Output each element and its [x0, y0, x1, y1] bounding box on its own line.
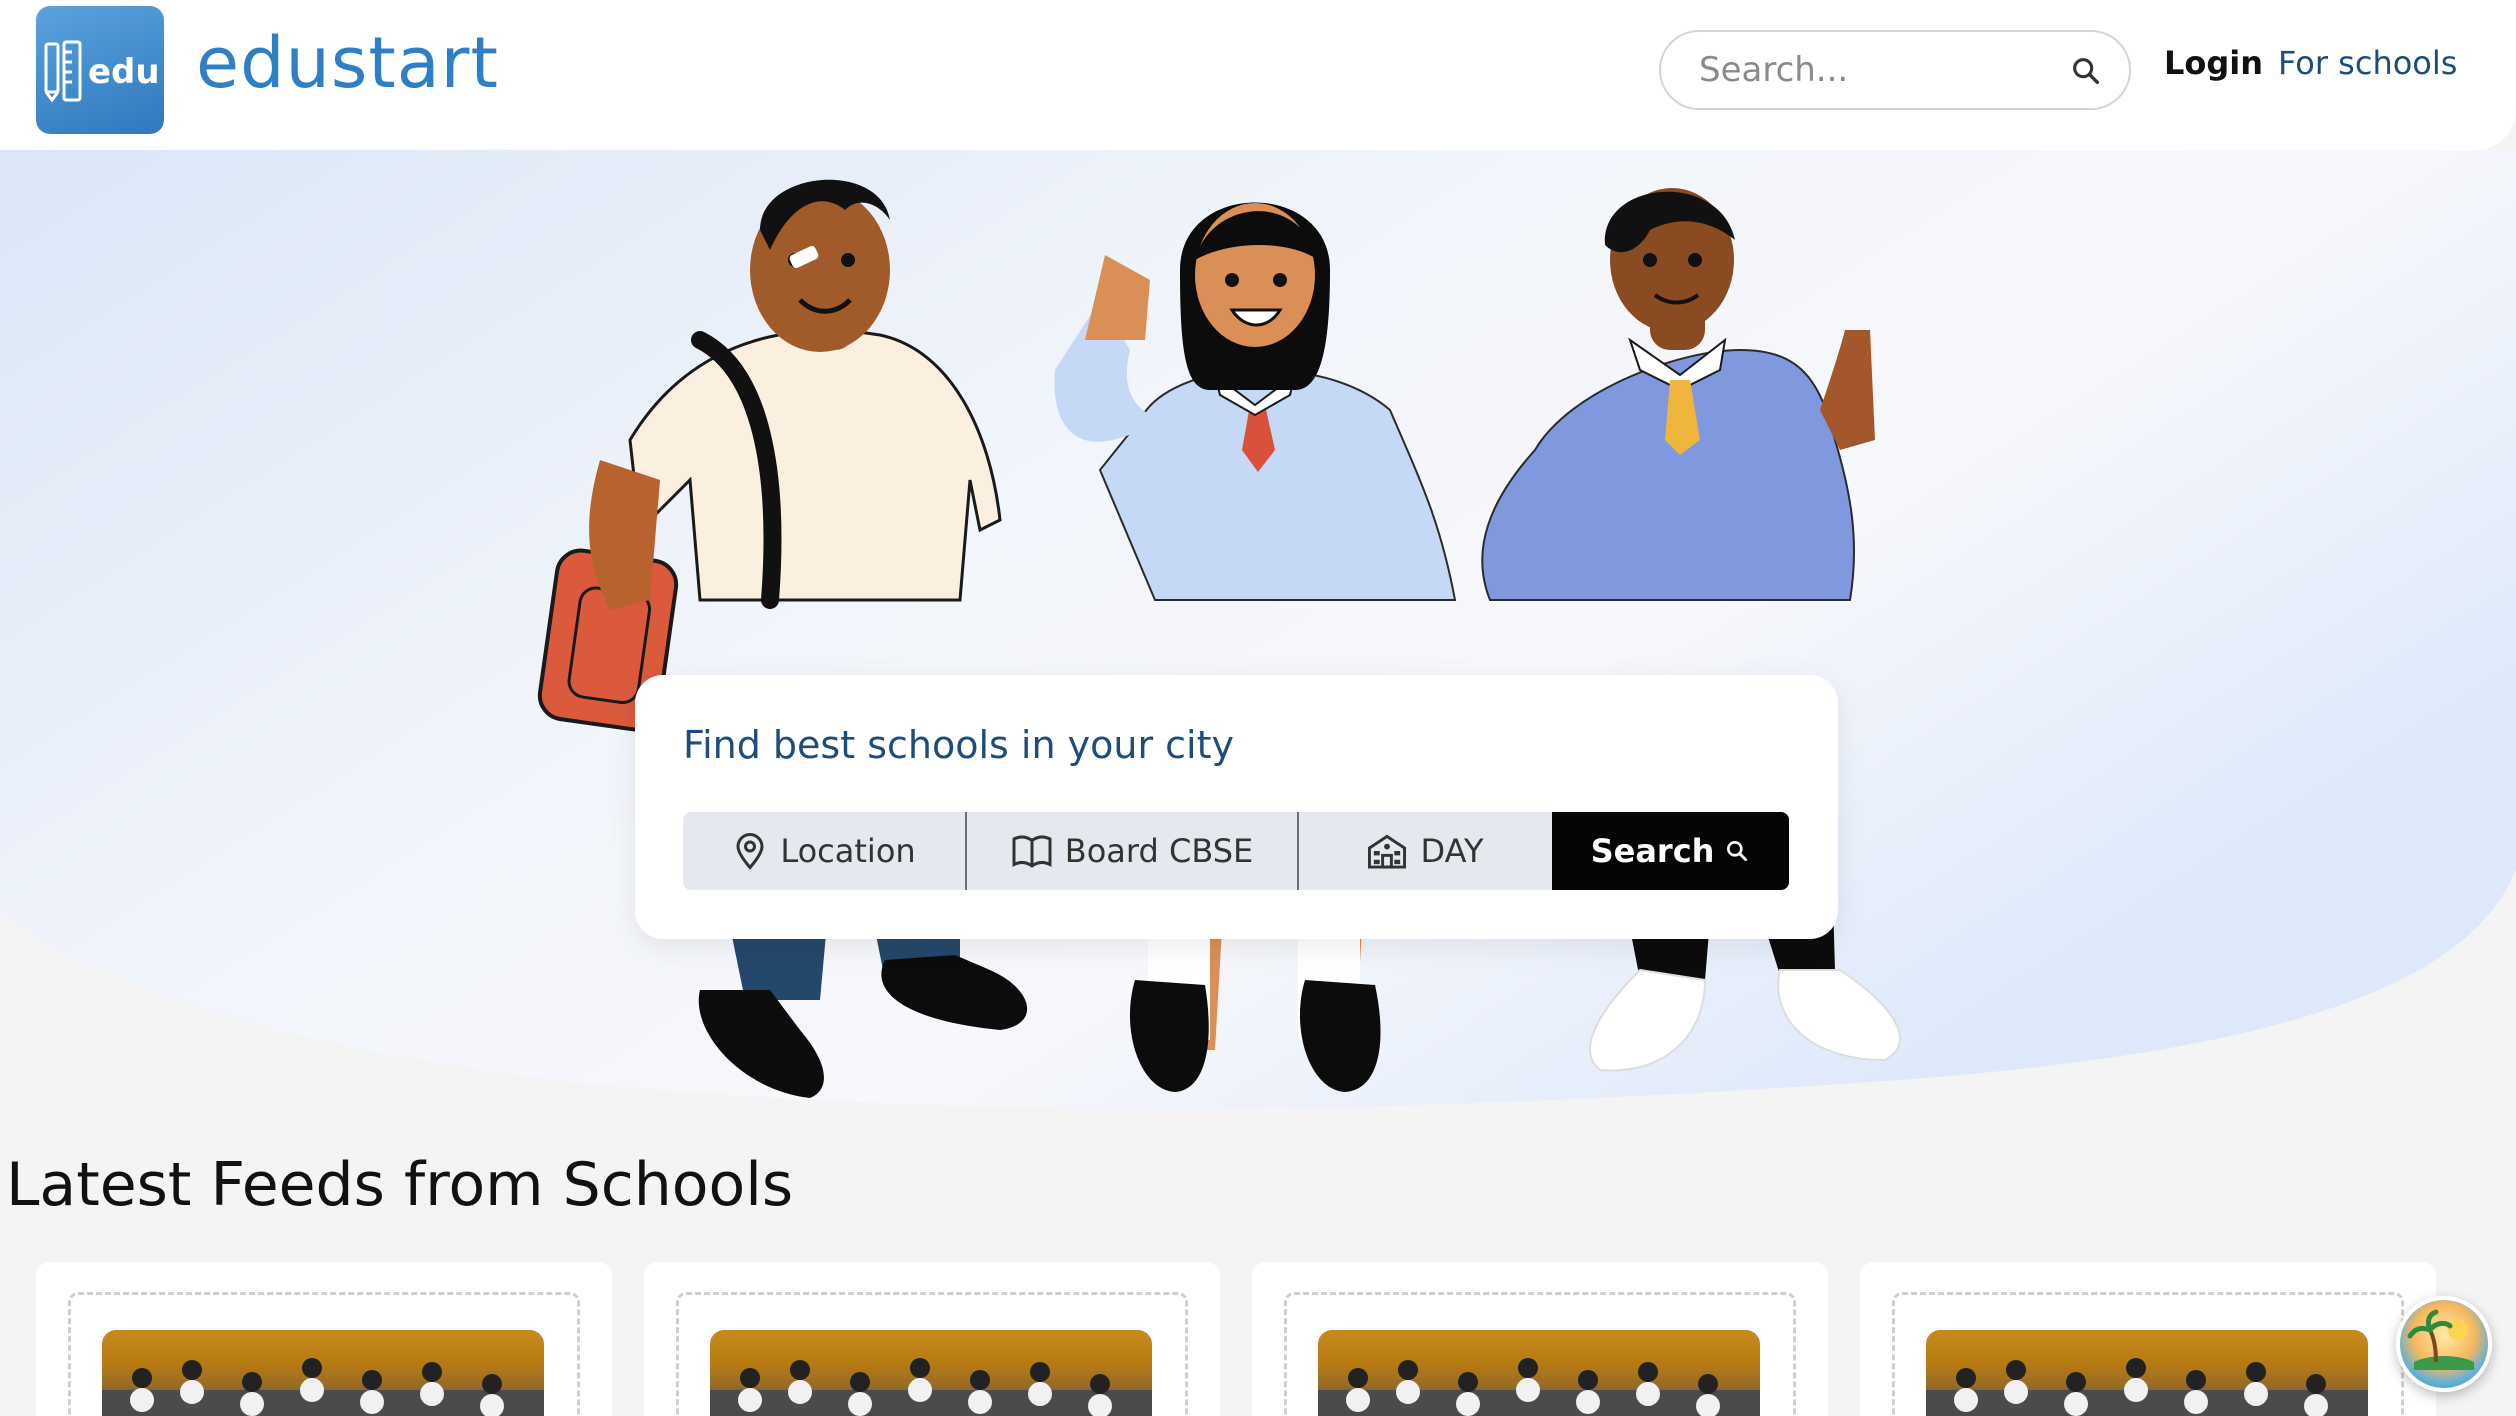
header-search-box	[1659, 30, 2131, 110]
search-button[interactable]: Search	[1552, 812, 1789, 890]
header-search-input[interactable]	[1699, 48, 2059, 92]
classroom-photo-art	[1318, 1358, 1760, 1416]
school-search-card: Find best schools in your city Location …	[635, 675, 1838, 939]
login-link[interactable]: Login	[2164, 44, 2263, 82]
island-sun-icon[interactable]	[2396, 1296, 2492, 1392]
logo-text: edu	[88, 52, 160, 92]
feed-card[interactable]	[36, 1262, 612, 1416]
brand-name[interactable]: edustart	[196, 22, 499, 104]
pencil-ruler-icon	[44, 40, 82, 102]
feed-card[interactable]	[644, 1262, 1220, 1416]
classroom-photo-art	[102, 1358, 544, 1416]
feed-card[interactable]	[1860, 1262, 2436, 1416]
hero-section: Find best schools in your city Location …	[0, 150, 2516, 1110]
map-pin-icon	[736, 833, 764, 870]
day-filter[interactable]: DAY	[1299, 812, 1551, 890]
palm-tree-icon	[2407, 1309, 2474, 1370]
feed-card[interactable]	[1252, 1262, 1828, 1416]
book-icon	[1012, 835, 1052, 868]
filter-bar: Location Board CBSE DAY Search	[683, 812, 1789, 890]
day-filter-label: DAY	[1420, 832, 1484, 870]
girl-middle-figure	[1054, 202, 1457, 1092]
classroom-photo-art	[710, 1358, 1152, 1416]
feed-classroom-photo[interactable]	[710, 1330, 1152, 1416]
search-button-label: Search	[1590, 832, 1715, 870]
classroom-photo-art	[1926, 1358, 2368, 1416]
feeds-section-title: Latest Feeds from Schools	[6, 1150, 794, 1220]
feed-classroom-photo[interactable]	[102, 1330, 544, 1416]
search-card-title: Find best schools in your city	[683, 723, 1234, 767]
feed-classroom-photo[interactable]	[1318, 1330, 1760, 1416]
boy-left-figure	[537, 179, 1028, 1098]
board-filter[interactable]: Board CBSE	[967, 812, 1297, 890]
location-filter[interactable]: Location	[683, 812, 965, 890]
search-icon[interactable]	[2069, 54, 2103, 88]
location-filter-label: Location	[780, 832, 916, 870]
feed-classroom-photo[interactable]	[1926, 1330, 2368, 1416]
logo-tile[interactable]: edu	[36, 6, 164, 134]
board-filter-label: Board CBSE	[1064, 832, 1254, 870]
search-icon	[1727, 841, 1748, 862]
school-building-icon	[1368, 834, 1407, 869]
for-schools-link[interactable]: For schools	[2278, 44, 2457, 82]
top-header: edu edustart Login For schools	[0, 0, 2516, 150]
students-illustration	[537, 179, 1901, 1098]
